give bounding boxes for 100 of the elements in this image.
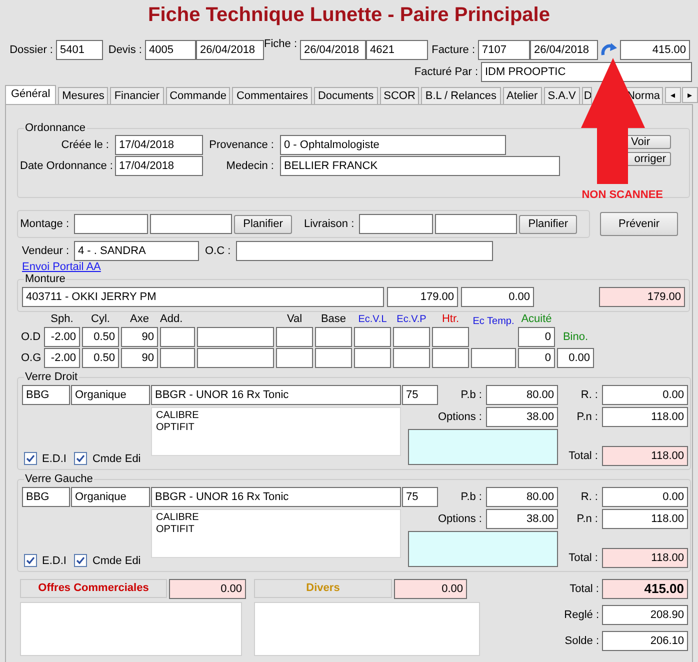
input-field[interactable] [393, 348, 430, 368]
input-field[interactable]: 38.00 [486, 509, 558, 529]
checkbox[interactable] [24, 452, 37, 465]
tab[interactable]: S.A.V [544, 87, 580, 104]
tab[interactable]: Documents [314, 87, 378, 104]
input-field[interactable] [359, 214, 434, 234]
tab[interactable]: Atelier [502, 87, 542, 104]
input-field[interactable]: 179.00 [387, 287, 458, 307]
input-field[interactable]: BBG [22, 487, 70, 507]
button[interactable]: Planifier [234, 214, 292, 234]
input-field[interactable]: Organique [71, 487, 150, 507]
input-field[interactable] [315, 327, 352, 347]
input-field[interactable]: 0 - Ophtalmologiste [280, 135, 506, 155]
input-field[interactable]: 26/04/2018 [196, 40, 264, 60]
input-field[interactable]: 0.00 [461, 287, 534, 307]
row-label: O.G [20, 352, 42, 364]
scroll-button[interactable]: ◂ [665, 87, 681, 103]
input-field[interactable] [354, 327, 391, 347]
field-label: Total : [570, 583, 600, 595]
input-field[interactable] [408, 531, 558, 567]
input-field[interactable]: 4 - . SANDRA [74, 241, 199, 261]
input-field[interactable]: 179.00 [599, 287, 685, 307]
input-field[interactable]: 415.00 [620, 40, 690, 60]
button[interactable]: Voir [626, 135, 671, 149]
checkbox[interactable] [24, 554, 37, 567]
input-field[interactable]: 0.50 [82, 327, 119, 347]
input-field[interactable] [408, 429, 558, 465]
input-field[interactable] [393, 327, 430, 347]
input-field[interactable]: 118.00 [602, 407, 688, 427]
input-field[interactable]: -2.00 [44, 327, 80, 347]
tab[interactable]: Financier [110, 87, 164, 104]
input-field[interactable]: 75 [402, 385, 438, 405]
button[interactable]: orriger [626, 152, 671, 166]
input-field[interactable] [150, 214, 232, 234]
input-field[interactable]: 75 [402, 487, 438, 507]
input-field[interactable]: 7107 [478, 40, 530, 60]
input-field[interactable] [160, 327, 195, 347]
input-field[interactable]: 4621 [366, 40, 428, 60]
input-field[interactable]: 118.00 [602, 446, 688, 466]
input-field[interactable]: 208.90 [602, 605, 688, 625]
input-field[interactable]: 118.00 [602, 509, 688, 529]
input-field[interactable]: 4005 [145, 40, 196, 60]
input-field[interactable]: 415.00 [602, 579, 688, 599]
field-label: Facturé Par : [414, 66, 479, 78]
scroll-button[interactable]: ▸ [682, 87, 698, 103]
input-field[interactable]: 0.00 [602, 487, 688, 507]
input-field[interactable]: -2.00 [44, 348, 80, 368]
tab[interactable]: Général [5, 85, 56, 104]
input-field[interactable] [197, 327, 274, 347]
input-field[interactable]: 5401 [56, 40, 103, 60]
input-field[interactable]: BELLIER FRANCK [280, 156, 560, 176]
tab[interactable]: Commande [166, 87, 230, 104]
input-field[interactable]: 17/04/2018 [115, 135, 203, 155]
input-field[interactable]: 90 [121, 327, 158, 347]
button[interactable]: Planifier [519, 214, 578, 234]
input-field[interactable]: 80.00 [486, 385, 558, 405]
input-field[interactable] [432, 327, 469, 347]
checkbox[interactable] [74, 452, 88, 465]
input-field[interactable]: 206.10 [602, 631, 688, 651]
input-field[interactable]: 0.00 [557, 348, 594, 368]
input-field[interactable]: 0.00 [394, 579, 467, 599]
input-field[interactable] [432, 348, 469, 368]
input-field[interactable]: 0.00 [602, 385, 688, 405]
input-field[interactable]: 26/04/2018 [300, 40, 366, 60]
input-field[interactable] [276, 348, 313, 368]
input-field[interactable] [435, 214, 518, 234]
tab[interactable]: Mesures [58, 87, 108, 104]
input-field[interactable]: 17/04/2018 [115, 156, 203, 176]
input-field[interactable]: 0.50 [82, 348, 119, 368]
input-field[interactable] [236, 241, 493, 261]
input-field[interactable]: 26/04/2018 [530, 40, 598, 60]
input-field[interactable]: Organique [71, 385, 150, 405]
input-field[interactable]: 0 [518, 327, 555, 347]
input-field[interactable]: 90 [121, 348, 158, 368]
button[interactable]: Prévenir [600, 212, 678, 236]
input-field[interactable]: BBGR - UNOR 16 Rx Tonic [151, 385, 401, 405]
input-field[interactable] [160, 348, 195, 368]
input-field[interactable]: BBGR - UNOR 16 Rx Tonic [151, 487, 401, 507]
input-field[interactable]: 38.00 [486, 407, 558, 427]
input-field[interactable] [471, 348, 516, 368]
notes-field[interactable]: CALIBRE OPTIFIT [151, 509, 401, 558]
tab[interactable]: SCOR [380, 87, 420, 104]
input-field[interactable] [354, 348, 391, 368]
input-field[interactable]: BBG [22, 385, 70, 405]
input-field[interactable]: 80.00 [486, 487, 558, 507]
input-field[interactable]: 0.00 [169, 579, 246, 599]
input-field[interactable]: 0 [518, 348, 555, 368]
tab[interactable]: Commentaires [232, 87, 312, 104]
input-field[interactable] [315, 348, 352, 368]
input-field[interactable] [74, 214, 148, 234]
group-title: Ordonnance [24, 122, 87, 135]
input-field[interactable] [197, 348, 274, 368]
checkbox[interactable] [74, 554, 88, 567]
link[interactable]: Envoi Portail AA [22, 261, 101, 273]
input-field[interactable]: 118.00 [602, 548, 688, 568]
input-field[interactable] [276, 327, 313, 347]
notes-field[interactable]: CALIBRE OPTIFIT [151, 407, 401, 456]
input-field[interactable]: IDM PROOPTIC [481, 62, 692, 82]
tab[interactable]: B.L / Relances [421, 87, 501, 104]
input-field[interactable]: 403711 - OKKI JERRY PM [22, 287, 384, 307]
